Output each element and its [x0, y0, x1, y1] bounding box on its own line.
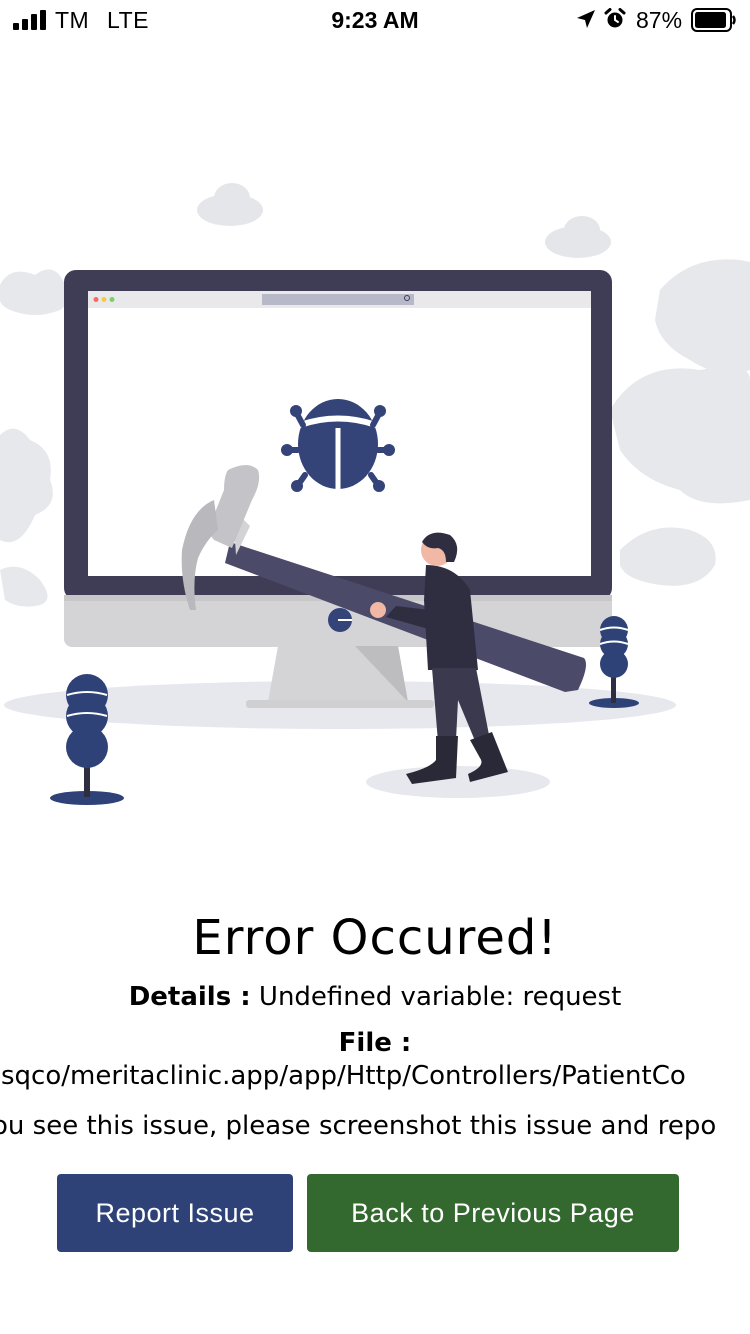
screenshot-notice: ou see this issue, please screenshot thi… [0, 1111, 717, 1141]
battery-icon [691, 8, 736, 32]
report-issue-button[interactable]: Report Issue [57, 1174, 293, 1252]
details-value: Undefined variable: request [258, 982, 622, 1012]
battery-percent: 87% [636, 7, 683, 33]
alarm-icon [604, 8, 626, 28]
error-details: Details : Undefined variable: request [0, 978, 750, 1016]
details-label: Details : [128, 982, 251, 1012]
file-path: esqco/meritaclinic.app/app/Http/Controll… [0, 1061, 686, 1091]
location-icon [577, 10, 595, 28]
error-title: Error Occured! [192, 910, 558, 966]
status-bar: TM LTE 9:23 AM 87% [0, 0, 750, 40]
person-shadow [366, 766, 550, 798]
bug-illustration [0, 183, 750, 805]
back-to-previous-page-button[interactable]: Back to Previous Page [307, 1174, 679, 1252]
clouds [197, 183, 611, 258]
